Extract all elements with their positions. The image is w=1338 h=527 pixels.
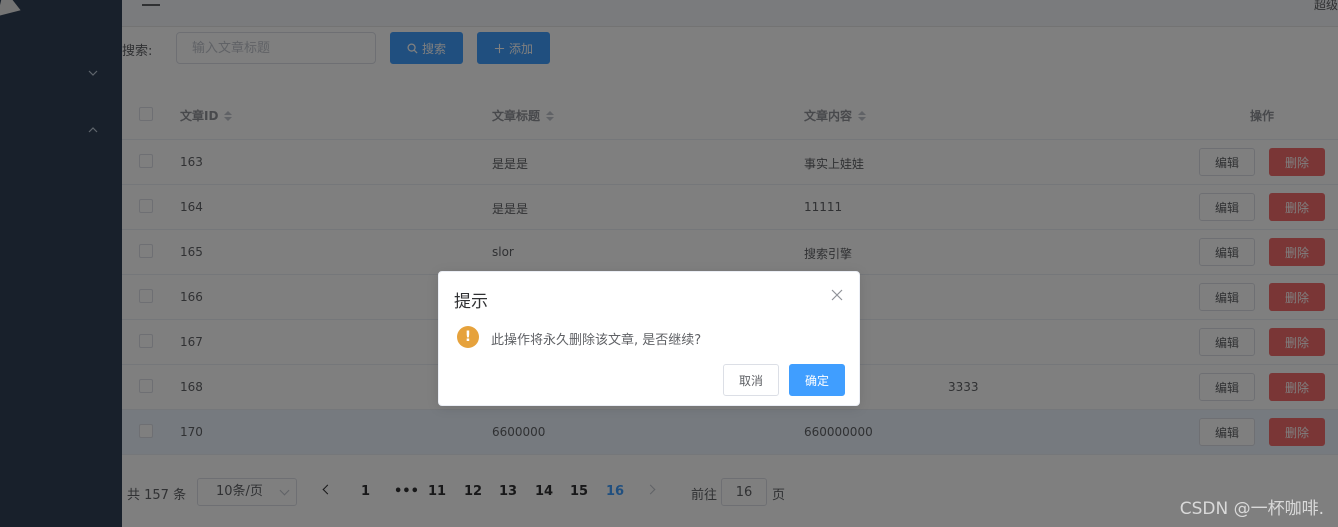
cancel-button[interactable]: 取消	[723, 364, 779, 396]
warning-icon: !	[457, 326, 479, 348]
confirm-button[interactable]: 确定	[789, 364, 845, 396]
dialog-message: 此操作将永久删除该文章, 是否继续?	[491, 333, 702, 348]
watermark: CSDN @一杯咖啡.	[1179, 499, 1324, 519]
modal-overlay[interactable]	[0, 0, 1338, 527]
dialog-title: 提示	[454, 292, 488, 312]
confirm-dialog: 提示 ! 此操作将永久删除该文章, 是否继续? 取消 确定	[438, 271, 860, 406]
close-icon[interactable]	[831, 289, 843, 301]
